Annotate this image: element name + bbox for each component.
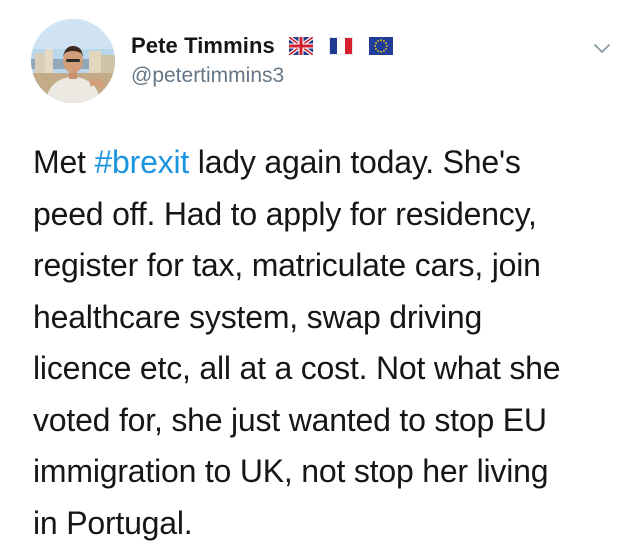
avatar[interactable] [31,19,115,103]
user-handle[interactable]: @petertimmins3 [131,64,284,88]
tweet-text-segment: Met [33,144,95,180]
tweet-line: Met #brexit lady again today. She's [33,137,613,189]
france-flag-icon [328,37,353,55]
tweet-line: in Portugal. [33,504,193,541]
tweet-line: register for tax, matriculate cars, join [33,247,541,283]
tweet-line: licence etc, all at a cost. Not what she [33,350,561,386]
tweet: Pete Timmins @petertimmins3 Met #brexit … [0,0,640,557]
tweet-line: peed off. Had to apply for residency, [33,195,537,232]
display-name[interactable]: Pete Timmins [131,33,275,59]
tweet-text: Met #brexit lady again today. She's peed… [33,137,613,549]
hashtag-link[interactable]: #brexit [94,144,189,180]
tweet-line: immigration to UK, not stop her living [33,453,549,489]
uk-flag-icon [288,37,313,55]
eu-flag-icon [368,37,393,55]
tweet-line: healthcare system, swap driving [33,298,483,335]
chevron-down-icon[interactable] [592,38,612,58]
author-name-row: Pete Timmins [131,31,393,61]
tweet-text-segment: lady again today. She's [189,144,521,180]
avatar-photo [31,19,115,103]
tweet-line: voted for, she just wanted to stop EU [33,401,547,438]
